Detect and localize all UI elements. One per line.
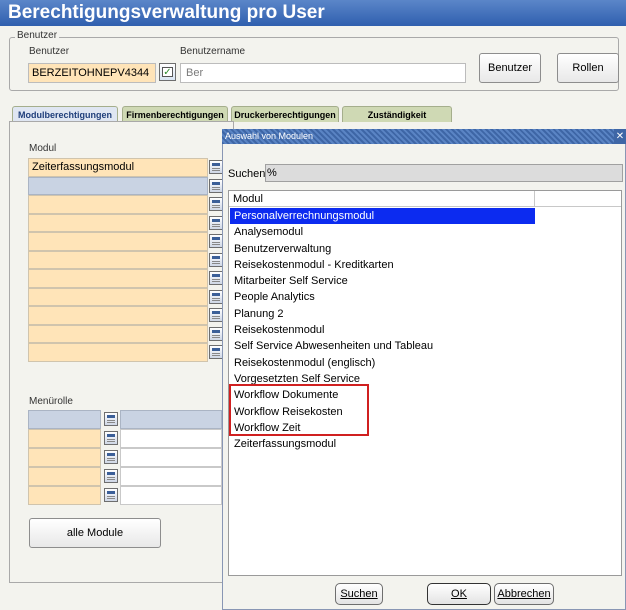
modul-label: Modul [29,143,57,154]
dialog-title-bar: Auswahl von Modulen [222,129,626,144]
list-of-values-icon[interactable] [209,271,223,285]
modul-row[interactable] [28,213,208,232]
list-of-values-icon[interactable] [209,178,223,193]
suchen-button[interactable]: Suchen [335,583,383,605]
list-of-values-icon[interactable] [104,412,118,426]
benutzername-label: Benutzername [180,46,246,57]
modul-row[interactable]: Zeiterfassungsmodul [28,158,208,177]
list-of-values-icon[interactable] [209,160,223,174]
tab-modulberechtigungen[interactable]: Modulberechtigungen [12,106,118,122]
menuerolle-row[interactable] [28,429,101,448]
list-of-values-icon[interactable] [209,308,223,322]
menuerolle-row-extra[interactable] [120,410,222,429]
modul-row[interactable] [28,324,208,343]
ok-button-label: OK [451,588,467,600]
search-input[interactable]: % [265,164,623,182]
list-of-values-icon[interactable] [209,197,223,211]
menuerolle-label: Menürolle [29,396,73,407]
benutzer-group-label: Benutzer [15,30,60,41]
ok-button[interactable]: OK [427,583,491,605]
modul-row[interactable] [28,343,208,362]
list-header-modul: Modul [233,193,263,205]
modul-row[interactable] [28,306,208,325]
benutzer-lov-check-button[interactable]: ✓ [159,63,176,81]
dialog-title: Auswahl von Modulen [225,131,314,141]
list-of-values-icon[interactable] [104,488,118,502]
search-label: Suchen [228,168,266,180]
modul-list[interactable]: Modul Personalverrechnungsmodul Analysemo… [228,190,622,576]
list-item[interactable]: Reisekostenmodul [230,322,620,338]
list-header-divider [534,191,535,207]
modul-row[interactable] [28,269,208,288]
abbrechen-button-label: Abbrechen [497,588,551,600]
list-of-values-icon[interactable] [209,252,223,267]
list-of-values-icon[interactable] [104,469,118,483]
list-of-values-icon[interactable] [209,326,223,341]
list-of-values-icon[interactable] [209,345,223,359]
menuerolle-row[interactable] [28,486,101,505]
abbrechen-button[interactable]: Abbrechen [494,583,554,605]
list-item[interactable]: Analysemodul [230,224,620,240]
menuerolle-row-extra[interactable] [120,467,222,486]
close-icon[interactable]: ✕ [614,129,626,144]
workflow-highlight-box [229,384,369,436]
modul-row[interactable] [28,195,208,214]
list-item[interactable]: Zeiterfassungsmodul [230,436,620,452]
menuerolle-row[interactable] [28,448,101,467]
list-header: Modul [229,191,621,207]
rollen-button[interactable]: Rollen [557,53,619,83]
list-of-values-icon[interactable] [104,450,118,464]
modul-row[interactable] [28,232,208,251]
list-of-values-icon[interactable] [104,431,118,445]
menuerolle-row-extra[interactable] [120,486,222,505]
modul-row[interactable] [28,287,208,306]
benutzer-input[interactable]: BERZEITOHNEPV4344 [28,63,156,83]
menuerolle-row[interactable] [28,467,101,486]
menuerolle-row-extra[interactable] [120,429,222,448]
tab-druckerberechtigungen[interactable]: Druckerberechtigungen [231,106,339,122]
window-title: Berechtigungsverwaltung pro User [0,0,626,26]
list-item[interactable]: People Analytics [230,289,620,305]
benutzer-label: Benutzer [29,46,70,57]
list-item[interactable]: Mitarbeiter Self Service [230,273,620,289]
list-item[interactable]: Benutzerverwaltung [230,241,620,257]
alle-module-button[interactable]: alle Module [29,518,161,548]
list-item[interactable]: Planung 2 [230,306,620,322]
modul-row[interactable] [28,176,208,195]
menuerolle-row[interactable] [28,410,101,429]
list-item[interactable]: Personalverrechnungsmodul [230,208,535,225]
benutzer-button[interactable]: Benutzer [479,53,541,83]
list-item[interactable]: Self Service Abwesenheiten und Tableau [230,338,620,354]
list-item[interactable]: Reisekostenmodul (englisch) [230,355,620,371]
tab-zustaendigkeit[interactable]: Zuständigkeit [342,106,452,122]
list-of-values-icon[interactable] [209,289,223,304]
modul-row[interactable] [28,250,208,269]
list-item[interactable]: Reisekostenmodul - Kreditkarten [230,257,620,273]
menuerolle-row-extra[interactable] [120,448,222,467]
list-of-values-icon[interactable] [209,215,223,230]
list-of-values-icon[interactable] [209,234,223,248]
suchen-button-label: Suchen [340,588,378,600]
benutzername-input[interactable]: Ber [180,63,466,83]
tab-firmenberechtigungen[interactable]: Firmenberechtigungen [122,106,228,122]
check-icon: ✓ [162,67,173,78]
